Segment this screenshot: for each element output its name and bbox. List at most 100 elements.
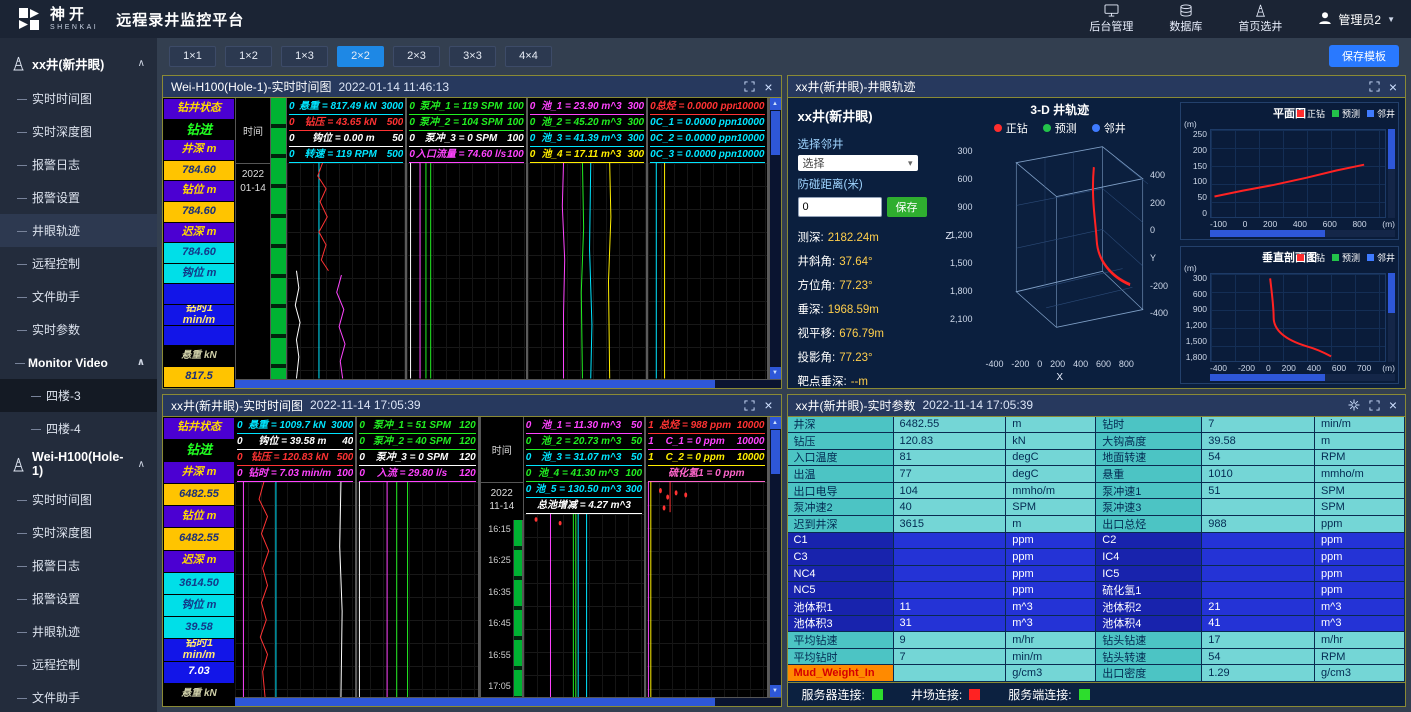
time-tick: 16:15: [488, 524, 511, 534]
param-cell: 39.58: [164, 617, 234, 638]
well-derrick-icon: [1254, 4, 1267, 17]
expand-icon[interactable]: [744, 81, 755, 92]
table-row: 钻压 120.83 kN 大钩高度 39.58 m: [788, 433, 1406, 450]
nav-label: 数据库: [1169, 18, 1202, 34]
z-axis-ticks: 3006009001,2001,5001,8002,100: [942, 136, 976, 359]
sidebar-item[interactable]: 报警日志: [0, 148, 157, 181]
track-plot-area[interactable]: [524, 514, 644, 698]
sidebar-item[interactable]: 文件助手: [0, 681, 157, 712]
table-row: 泵冲速2 40 SPM 泵冲速3 SPM: [788, 499, 1406, 516]
vertical-scrollbar[interactable]: [1388, 129, 1395, 218]
expand-icon[interactable]: [1369, 81, 1380, 92]
close-icon[interactable]: ×: [1389, 398, 1397, 412]
track-plot-area[interactable]: [357, 482, 477, 698]
vertical-scrollbar[interactable]: ▲ ▼: [769, 98, 781, 379]
param-value: 120.83: [894, 433, 1007, 449]
panel-title: xx井(新井眼)-实时参数: [796, 397, 916, 414]
layout-button[interactable]: 1×1: [169, 46, 216, 67]
save-distance-button[interactable]: 保存: [887, 197, 927, 217]
sidebar-item[interactable]: Monitor Video ∧: [0, 346, 157, 379]
param-unit: degC: [1006, 466, 1096, 482]
close-icon[interactable]: ×: [764, 398, 772, 412]
nav-backend-management[interactable]: 后台管理: [1089, 4, 1133, 34]
sidebar-item[interactable]: 实时时间图: [0, 483, 157, 516]
sidebar-item[interactable]: 实时时间图: [0, 82, 157, 115]
gear-icon[interactable]: [1348, 399, 1360, 411]
param-value: [894, 533, 1007, 549]
sidebar-item[interactable]: 四楼-3: [0, 379, 157, 412]
param-unit: SPM: [1315, 483, 1405, 499]
nav-home-well-select[interactable]: 首页选井: [1238, 4, 1282, 34]
param-unit: ppm: [1006, 582, 1096, 598]
track-plot-area[interactable]: [235, 482, 355, 698]
time-axis-year: 2022: [489, 487, 514, 501]
horizontal-scrollbar[interactable]: [1210, 374, 1395, 381]
track-plot-area[interactable]: [648, 163, 766, 379]
sidebar-item[interactable]: 井眼轨迹: [0, 214, 157, 247]
panel-timestamp: 2022-11-14 17:05:39: [923, 398, 1034, 412]
sidebar-item[interactable]: 文件助手: [0, 280, 157, 313]
param-unit: ppm: [1006, 566, 1096, 582]
track-curve-label: 0 悬重 = 817.49 kN 3000: [289, 99, 403, 115]
chart-param-column: 钻井状态 钻进 井深 m: [163, 417, 235, 707]
param-value: 54: [1202, 649, 1315, 665]
expand-icon[interactable]: [744, 400, 755, 411]
trajectory-stat: 靶点垂深:--m: [798, 373, 930, 389]
sidebar-item[interactable]: 报警设置: [0, 181, 157, 214]
layout-button[interactable]: 2×2: [337, 46, 384, 67]
close-icon[interactable]: ×: [764, 80, 772, 94]
nav-database[interactable]: 数据库: [1169, 4, 1202, 34]
panel-title-bar: xx井(新井眼)-井眼轨迹 ×: [788, 76, 1406, 98]
layout-button[interactable]: 3×3: [449, 46, 496, 67]
param-unit: m: [1315, 433, 1405, 449]
param-value: [1202, 582, 1315, 598]
track-plot-area[interactable]: [407, 163, 525, 379]
nav-admin-menu[interactable]: 管理员2 ▼: [1318, 11, 1395, 28]
sidebar-item-label: 实时深度图: [32, 524, 92, 541]
layout-button[interactable]: 1×2: [225, 46, 272, 67]
sidebar-item[interactable]: 远程控制: [0, 648, 157, 681]
param-unit: mmho/m: [1315, 466, 1405, 482]
admin-label: 管理员2: [1338, 11, 1381, 28]
sidebar-item[interactable]: 报警日志: [0, 549, 157, 582]
param-name: NC4: [788, 566, 894, 582]
layout-button[interactable]: 2×3: [393, 46, 440, 67]
time-tick: 16:45: [488, 618, 511, 628]
sidebar-item[interactable]: 实时参数: [0, 313, 157, 346]
sidebar-well-group-1[interactable]: xx井(新井眼) ∧: [0, 44, 157, 82]
sidebar-item[interactable]: 远程控制: [0, 247, 157, 280]
param-value: 1010: [1202, 466, 1315, 482]
track-plot-area[interactable]: [528, 163, 646, 379]
layout-button[interactable]: 1×3: [281, 46, 328, 67]
horizontal-scrollbar[interactable]: [1210, 230, 1395, 237]
horizontal-scrollbar[interactable]: [235, 379, 781, 388]
param-unit: RPM: [1315, 649, 1405, 665]
track-plot-area[interactable]: [287, 163, 405, 379]
track-curve-label: 0 入流 = 29.80 l/s 120: [359, 466, 475, 482]
plan-view-legend: 正钻 预测 邻井: [1297, 107, 1395, 120]
horizontal-scrollbar[interactable]: [235, 697, 781, 706]
anticollision-distance-input[interactable]: [798, 197, 882, 217]
sidebar-item[interactable]: 井眼轨迹: [0, 615, 157, 648]
param-name: 入口温度: [788, 450, 894, 466]
3d-wellpath-plot[interactable]: [976, 136, 1149, 359]
sidebar-item[interactable]: 报警设置: [0, 582, 157, 615]
chart-param-column: 钻井状态 钻进 井深 m: [163, 98, 235, 388]
track-plot-area[interactable]: [646, 482, 766, 698]
sidebar-well-group-2[interactable]: Wei-H100(Hole-1) ∧: [0, 445, 157, 483]
vertical-scrollbar[interactable]: ▲ ▼: [769, 417, 781, 698]
sidebar-item[interactable]: 实时深度图: [0, 516, 157, 549]
sidebar-item[interactable]: 四楼-4: [0, 412, 157, 445]
well-derrick-icon: [12, 56, 25, 71]
close-icon[interactable]: ×: [1389, 80, 1397, 94]
track-curve-label: 0 钩位 = 0.00 m 50: [289, 131, 403, 147]
layout-button[interactable]: 4×4: [505, 46, 552, 67]
sidebar-item[interactable]: 实时深度图: [0, 115, 157, 148]
plan-view-plot[interactable]: [1210, 129, 1386, 218]
save-template-button[interactable]: 保存模板: [1329, 45, 1399, 67]
vertical-section-plot[interactable]: [1210, 273, 1386, 362]
vertical-scrollbar[interactable]: [1388, 273, 1395, 362]
sidebar-item-label: 四楼-4: [46, 420, 81, 437]
expand-icon[interactable]: [1369, 400, 1380, 411]
offset-well-select[interactable]: 选择 ▾: [798, 155, 918, 171]
